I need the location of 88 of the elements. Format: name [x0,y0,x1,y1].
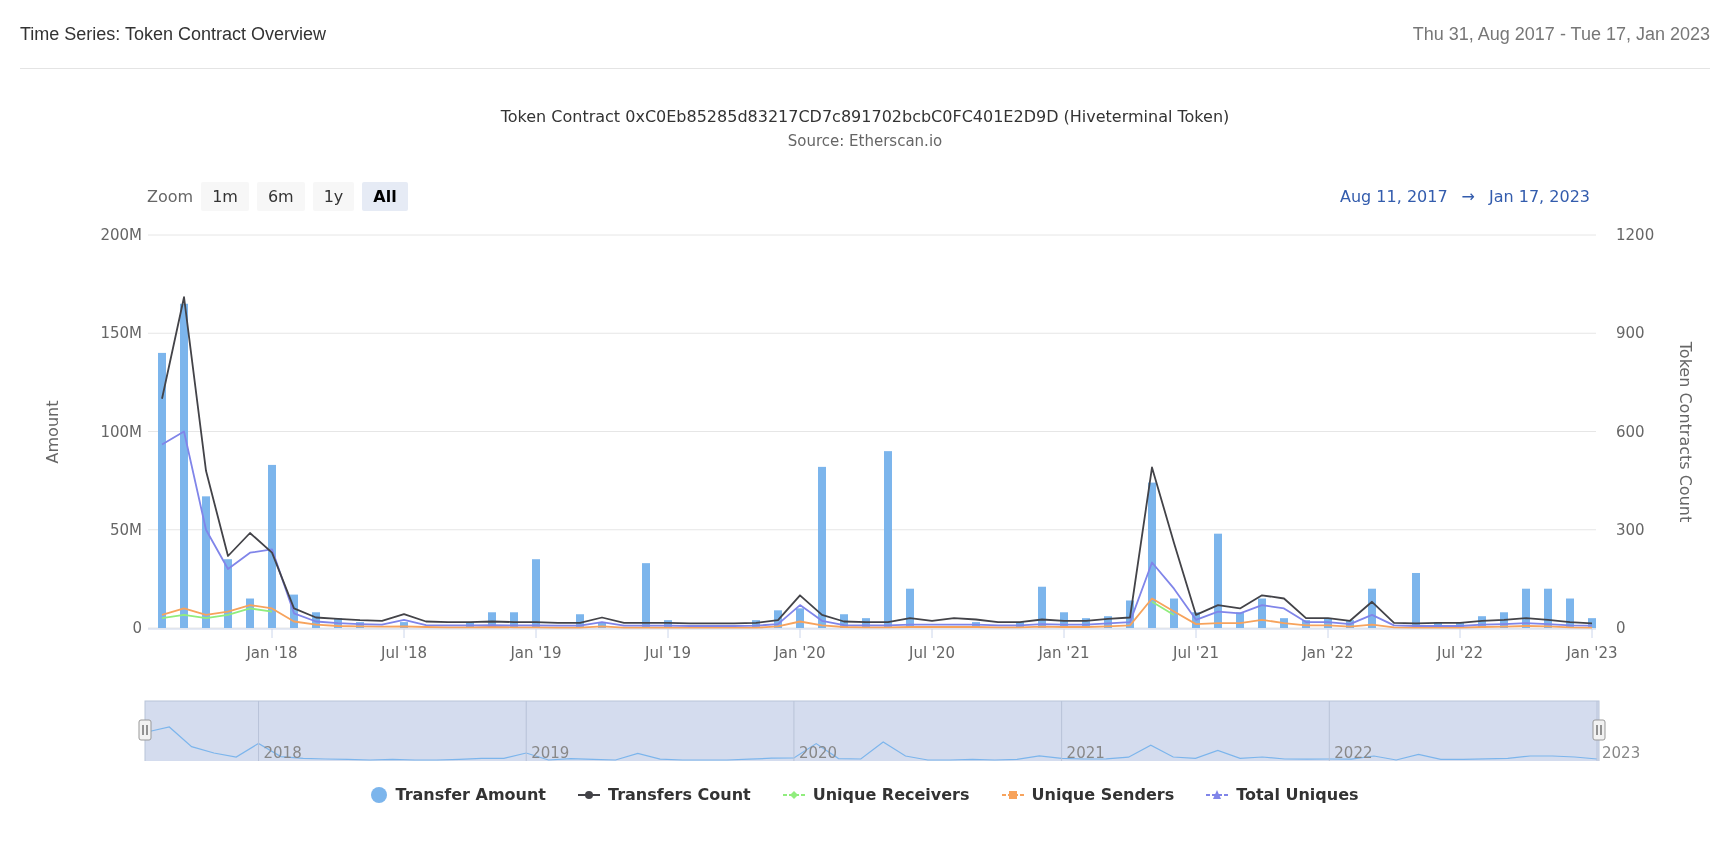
bar [598,622,606,628]
axis-label: 0 [132,619,142,637]
axis-label: Jul '19 [644,644,692,662]
bar [774,610,782,628]
navigator-label: 2020 [798,744,838,761]
axis-label: 300 [1616,520,1645,539]
axis-label: 100M [100,422,142,441]
bar [1236,612,1244,628]
axis-label: 0 [1616,619,1626,637]
bar [400,622,408,628]
bar [334,618,342,628]
navigator-label: 2022 [1334,744,1373,761]
circle-icon [371,786,388,803]
chart-title: Token Contract 0xC0Eb85285d83217CD7c891702bcbC0FC401E2D9D (Hiveterminal Token) [500,107,1230,126]
bar [224,559,232,628]
bar [290,594,298,628]
bar [1170,598,1178,628]
bar [1500,612,1508,628]
bar [1544,588,1552,628]
bar [840,614,848,628]
axis-label: Jan '22 [1302,644,1354,662]
zoom-label: Zoom [147,186,194,206]
bar [1324,618,1332,628]
axis-label: Jan '23 [1566,644,1618,662]
axis-label: Jan '18 [246,644,298,662]
bar [796,608,804,628]
axis-label: 1200 [1616,226,1655,244]
bar [312,612,320,628]
bar [510,612,518,628]
bar [1588,618,1596,628]
zoom-button[interactable]: All [362,181,408,211]
bar [752,620,760,628]
bar [1126,600,1134,628]
navigator-label: 2023 [1602,744,1641,761]
bar [1412,573,1420,628]
date-range-text: Thu 31, Aug 2017 - Tue 17, Jan 2023 [1412,23,1710,45]
range-start-date[interactable]: Aug 11, 2017 [1340,186,1448,206]
navigator-handle[interactable] [138,719,152,741]
legend-item[interactable]: Unique Receivers [782,785,970,804]
zoom-button[interactable]: 1m [201,181,249,211]
navigator-handle[interactable] [1592,719,1606,741]
bar [1192,612,1200,628]
bar [1368,588,1376,628]
bar [1082,618,1090,628]
bar [1478,616,1486,628]
axis-label: Jan '20 [774,644,826,662]
bar [356,622,364,628]
bar [1104,616,1112,628]
bar [1258,598,1266,628]
header-title: Time Series: Token Contract Overview [20,23,327,45]
zoom-button[interactable]: 1y [312,181,355,211]
bar [664,620,672,628]
axis-title: Amount [43,400,62,464]
axis-title: Token Contracts Count [1676,341,1695,523]
legend-item[interactable]: Transfer Amount [371,785,546,804]
bar [576,614,584,628]
bar [642,563,650,628]
bar [532,559,540,628]
bar [1038,586,1046,628]
bar [246,598,254,628]
axis-label: 200M [100,226,142,244]
range-arrow: → [1461,186,1475,206]
legend-item[interactable]: Total Uniques [1206,785,1359,804]
navigator-label: 2021 [1066,744,1105,761]
bar [862,618,870,628]
axis-label: Jan '21 [1038,644,1090,662]
axis-label: Jan '19 [510,644,562,662]
axis-label: 600 [1616,422,1645,441]
legend-item[interactable]: Transfers Count [578,785,751,804]
bar [1522,588,1530,628]
bar [1302,620,1310,628]
legend-item[interactable]: Unique Senders [1001,785,1175,804]
axis-label: 150M [100,324,142,343]
zoom-button[interactable]: 6m [256,181,305,211]
bar [1280,618,1288,628]
axis-label: Jul '18 [380,644,428,662]
axis-label: Jul '20 [908,644,956,662]
axis-label: Jul '22 [1436,644,1484,662]
bar [1060,612,1068,628]
chart-subtitle: Source: Etherscan.io [787,132,943,150]
navigator-panel[interactable] [144,700,1600,761]
bar [1346,620,1354,628]
bar [1566,598,1574,628]
axis-label: 50M [109,520,142,539]
axis-label: 900 [1616,324,1645,343]
range-end-date[interactable]: Jan 17, 2023 [1489,186,1590,206]
axis-label: Jul '21 [1172,644,1220,662]
navigator-label: 2019 [531,744,570,761]
